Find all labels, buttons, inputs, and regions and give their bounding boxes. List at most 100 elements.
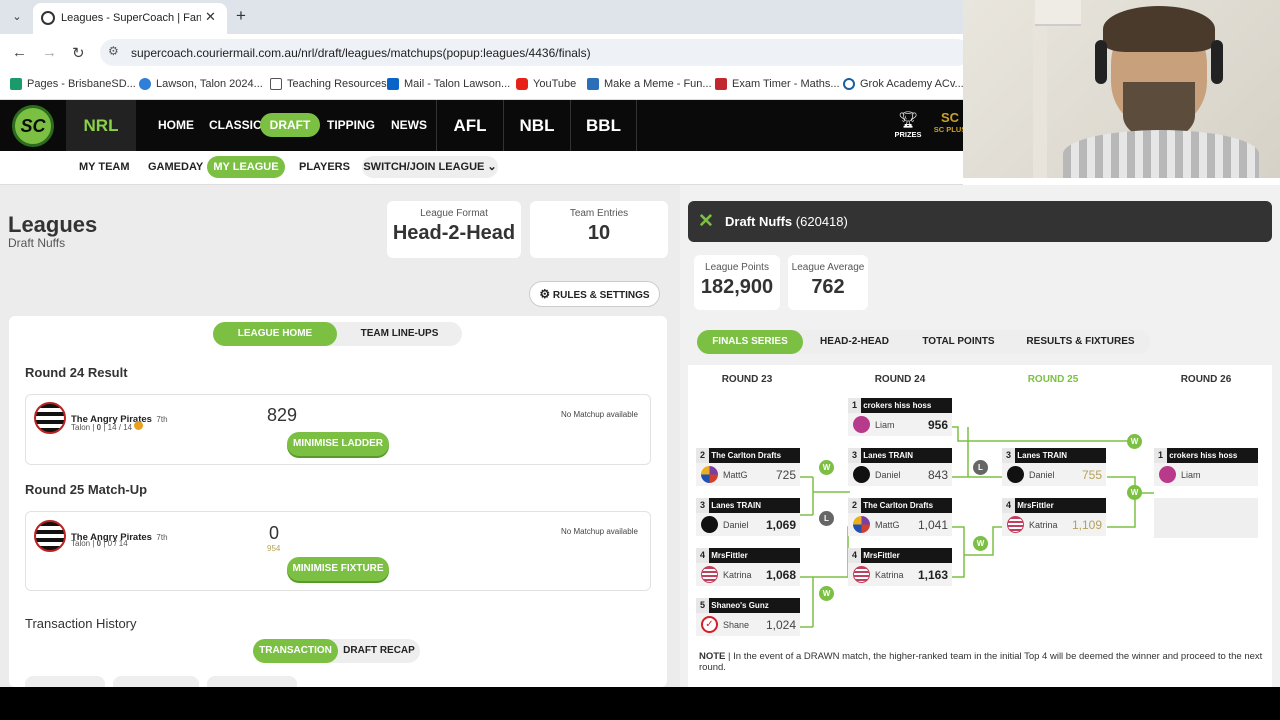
tab-team-lineups[interactable]: TEAM LINE-UPS xyxy=(337,322,462,346)
bracket-team[interactable]: 3 Lanes TRAIN Daniel 755 xyxy=(1002,448,1106,486)
subnav-gameday[interactable]: GAMEDAY xyxy=(148,161,203,173)
bookmark-item[interactable]: Grok Academy ACv... xyxy=(843,78,964,90)
headphones-icon xyxy=(1095,40,1107,84)
bookmark-item[interactable]: Teaching Resources xyxy=(270,78,387,90)
league-tabs: LEAGUE HOME TEAM LINE-UPS xyxy=(213,322,462,346)
nav-news[interactable]: NEWS xyxy=(391,118,427,132)
tab-results-fixtures[interactable]: RESULTS & FIXTURES xyxy=(1011,330,1150,354)
subnav-players[interactable]: PLAYERS xyxy=(299,161,350,173)
presenter-hair xyxy=(1103,6,1215,52)
bracket-team[interactable]: 4 MrsFittler Katrina 1,068 xyxy=(696,548,800,586)
subnav-my-team[interactable]: MY TEAM xyxy=(79,161,130,173)
winner-badge: W xyxy=(819,460,834,475)
subnav-my-league[interactable]: MY LEAGUE xyxy=(207,156,285,178)
bracket-team-header: 3 Lanes TRAIN xyxy=(848,448,952,463)
bracket-team[interactable]: 1 crokers hiss hoss Liam xyxy=(1154,448,1258,486)
bracket-team-row: Katrina 1,068 xyxy=(696,563,800,586)
bracket-team-header: 2 The Carlton Drafts xyxy=(848,498,952,513)
omnibox[interactable]: ⚙ supercoach.couriermail.com.au/nrl/draf… xyxy=(100,39,970,66)
trades: 0 xyxy=(96,539,102,548)
team-logo-icon: ✓ xyxy=(701,616,718,633)
bracket-team[interactable]: 4 MrsFittler Katrina 1,109 xyxy=(1002,498,1106,536)
nav-bbl[interactable]: BBL xyxy=(570,100,637,151)
nav-home[interactable]: HOME xyxy=(158,118,194,132)
league-subtitle: Draft Nuffs xyxy=(8,236,66,250)
nav-classic[interactable]: CLASSIC xyxy=(209,118,262,132)
score: 725 xyxy=(775,467,796,482)
new-tab-icon[interactable]: + xyxy=(236,6,246,26)
nav-nbl[interactable]: NBL xyxy=(503,100,570,151)
team-name: The Carlton Drafts xyxy=(863,501,934,510)
nav-tipping[interactable]: TIPPING xyxy=(327,118,375,132)
bookmark-item[interactable]: Pages - BrisbaneSD... xyxy=(10,78,136,90)
bookmark-item[interactable]: YouTube xyxy=(516,78,576,90)
bracket-team[interactable]: 1 crokers hiss hoss Liam 956 xyxy=(848,398,952,436)
finals-tabs: FINALS SERIES HEAD-2-HEAD TOTAL POINTS R… xyxy=(697,330,1150,354)
switch-label: SWITCH/JOIN LEAGUE xyxy=(363,161,485,173)
tab-total-points[interactable]: TOTAL POINTS xyxy=(906,330,1011,354)
seed: 1 xyxy=(848,398,861,413)
bracket-team[interactable]: 3 Lanes TRAIN Daniel 843 xyxy=(848,448,952,486)
bracket-team[interactable]: 4 MrsFittler Katrina 1,163 xyxy=(848,548,952,586)
browser-tab[interactable]: Leagues - SuperCoach | Fantasy ✕ xyxy=(33,3,227,34)
bookmark-item[interactable]: Lawson, Talon 2024... xyxy=(139,78,263,90)
url-text[interactable]: supercoach.couriermail.com.au/nrl/draft/… xyxy=(131,46,591,60)
coach: Liam xyxy=(1181,469,1201,480)
prizes-link[interactable]: 🏆︎ PRIZES xyxy=(888,110,928,139)
coach: Katrina xyxy=(875,569,904,580)
close-icon[interactable]: ✕ xyxy=(698,210,714,233)
site-info-icon[interactable]: ⚙ xyxy=(108,44,119,58)
bracket-team[interactable]: 2 The Carlton Drafts MattG 1,041 xyxy=(848,498,952,536)
bracket-team[interactable]: 3 Lanes TRAIN Daniel 1,069 xyxy=(696,498,800,536)
bracket-team[interactable]: 5 Shaneo's Gunz ✓ Shane 1,024 xyxy=(696,598,800,636)
filter-teams[interactable] xyxy=(207,676,297,687)
coach: Katrina xyxy=(723,569,752,580)
nrl-link[interactable]: NRL xyxy=(66,100,136,151)
close-tab-icon[interactable]: ✕ xyxy=(205,9,216,25)
filter-round[interactable] xyxy=(25,676,105,687)
nav-afl[interactable]: AFL xyxy=(436,100,503,151)
seed: 3 xyxy=(848,448,861,463)
team-meta: Talon | 0 | 14 / 14 xyxy=(71,421,144,432)
minimise-fixture-button[interactable]: MINIMISE FIXTURE xyxy=(287,557,389,581)
bookmark-item[interactable]: Mail - Talon Lawson... xyxy=(387,78,510,90)
tab-league-home[interactable]: LEAGUE HOME xyxy=(213,322,337,346)
bracket-team-header: 1 crokers hiss hoss xyxy=(848,398,952,413)
tab-search-icon[interactable]: ⌄ xyxy=(8,8,26,26)
switch-join-league-button[interactable]: SWITCH/JOIN LEAGUE ⌄ xyxy=(362,156,498,178)
entries-label: Team Entries xyxy=(569,208,629,219)
forward-icon[interactable]: → xyxy=(42,44,57,61)
tab-draft-recap[interactable]: DRAFT RECAP xyxy=(338,639,420,663)
reload-icon[interactable]: ↻ xyxy=(72,44,85,62)
rules-settings-button[interactable]: ⚙ RULES & SETTINGS xyxy=(529,281,660,307)
nav-draft[interactable]: DRAFT xyxy=(260,113,320,137)
team-logo-icon xyxy=(1007,516,1024,533)
page-title: Leagues xyxy=(8,212,98,237)
tab-finals-series[interactable]: FINALS SERIES xyxy=(697,330,803,354)
supercoach-logo[interactable]: SC xyxy=(12,105,54,147)
bracket-team-header: 3 Lanes TRAIN xyxy=(1002,448,1106,463)
team-name: crokers hiss hoss xyxy=(1169,451,1238,460)
minimise-ladder-button[interactable]: MINIMISE LADDER xyxy=(287,432,389,456)
bookmark-item[interactable]: Exam Timer - Maths... xyxy=(715,78,840,90)
cloud-icon xyxy=(139,78,151,90)
back-icon[interactable]: ← xyxy=(12,44,27,61)
team-logo-icon xyxy=(853,416,870,433)
avg-label: League Average xyxy=(791,262,865,273)
tab-transaction[interactable]: TRANSACTION xyxy=(253,639,338,663)
tab-head-2-head[interactable]: HEAD-2-HEAD xyxy=(803,330,906,354)
bookmark-item[interactable]: Make a Meme - Fun... xyxy=(587,78,712,90)
rules-label: RULES & SETTINGS xyxy=(552,290,650,301)
bottom-black-bar xyxy=(0,687,1280,720)
no-matchup-text: No Matchup available xyxy=(561,527,638,536)
filter-types[interactable] xyxy=(113,676,199,687)
popup-header: ✕ Draft Nuffs (620418) xyxy=(688,201,1272,242)
timer-icon xyxy=(715,78,727,90)
webcam-overlay xyxy=(963,0,1280,178)
bracket-team-header: 5 Shaneo's Gunz xyxy=(696,598,800,613)
bracket-team-row: MattG 1,041 xyxy=(848,513,952,536)
coach: Talon | xyxy=(71,423,95,432)
bracket-team[interactable]: 2 The Carlton Drafts MattG 725 xyxy=(696,448,800,486)
winner-badge: W xyxy=(973,536,988,551)
bracket-team-row: Liam xyxy=(1154,463,1258,486)
